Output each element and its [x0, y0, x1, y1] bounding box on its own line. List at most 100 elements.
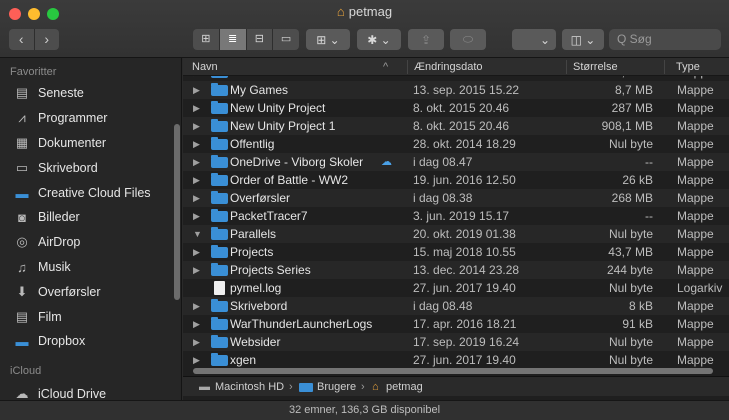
desktop-icon: ▭ — [15, 160, 29, 175]
nav-buttons: ‹ › — [9, 29, 59, 50]
window-title: ⌂ petmag — [336, 4, 393, 19]
sidebar-item-seneste[interactable]: ▤ Seneste — [14, 82, 84, 104]
sidebar-item-dropbox[interactable]: ▬ Dropbox — [14, 330, 86, 352]
path-dropdown-button[interactable]: ⌄ — [512, 29, 556, 50]
disclosure-triangle-icon[interactable]: ▶ — [193, 337, 200, 348]
table-row[interactable]: ▶ New Unity Project 8. okt. 2015 20.46 2… — [183, 99, 729, 117]
path-separator: › — [361, 381, 365, 393]
table-row[interactable]: ▶ Skrivebord i dag 08.48 8 kB Mappe — [183, 297, 729, 315]
table-row[interactable]: ▶ Projects Series 13. dec. 2014 23.28 24… — [183, 261, 729, 279]
table-row[interactable]: pymel.log 27. jun. 2017 19.40 Nul byte L… — [183, 279, 729, 297]
table-row[interactable]: ▶ Websider 17. sep. 2019 16.24 Nul byte … — [183, 333, 729, 351]
column-header: Navn ^ Ændringsdato Størrelse Type — [183, 58, 729, 76]
disclosure-triangle-icon[interactable]: ▶ — [193, 301, 200, 312]
disclosure-triangle-icon[interactable]: ▶ — [193, 139, 200, 150]
disclosure-triangle-icon[interactable]: ▶ — [193, 121, 200, 132]
arrange-button[interactable]: ◫ ⌄ — [562, 29, 604, 50]
sidebar-item-label: Overførsler — [38, 285, 101, 299]
titlebar: ⌂ petmag ‹ › ⊞ ≣ ⊟ ▭ ⊞ ⌄ ✱ ⌄ ⇪ ⬭ ⌄ ◫ ⌄ Q … — [0, 0, 729, 58]
folder-icon — [211, 353, 228, 366]
disclosure-triangle-icon[interactable]: ▶ — [193, 211, 200, 222]
file-list: ▶ Musik 9. okt. 2019 16.19 895,4 MB Mapp… — [183, 58, 729, 400]
disclosure-triangle-icon[interactable]: ▶ — [193, 319, 200, 330]
disclosure-triangle-icon[interactable]: ▶ — [193, 265, 200, 276]
sidebar-item-label: Creative Cloud Files — [38, 186, 151, 200]
action-button[interactable]: ✱ ⌄ — [357, 29, 401, 50]
sidebar-item-label: iCloud Drive — [38, 387, 107, 401]
film-icon: ▤ — [15, 309, 29, 324]
table-row[interactable]: ▶ Overførsler i dag 08.38 268 MB Mappe — [183, 189, 729, 207]
column-type-header[interactable]: Type — [676, 61, 700, 73]
disclosure-triangle-icon[interactable]: ▶ — [193, 175, 200, 186]
search-input[interactable]: Q Søg — [609, 29, 721, 50]
column-divider[interactable] — [407, 60, 408, 74]
sidebar-item-label: AirDrop — [38, 235, 81, 249]
sidebar-section-favorites: Favoritter — [10, 66, 57, 78]
sidebar-item-film[interactable]: ▤ Film — [14, 306, 62, 328]
home-icon: ⌂ — [372, 381, 379, 393]
folder-icon — [299, 383, 313, 392]
camera-icon: ◙ — [18, 209, 26, 225]
share-button[interactable]: ⇪ — [408, 29, 444, 50]
disclosure-triangle-icon[interactable]: ▶ — [193, 85, 200, 96]
group-button[interactable]: ⊞ ⌄ — [306, 29, 350, 50]
table-row[interactable]: ▶ Offentlig 28. okt. 2014 18.29 Nul byte… — [183, 135, 729, 153]
table-row[interactable]: ▼ Parallels 20. okt. 2019 01.38 Nul byte… — [183, 225, 729, 243]
column-view-button[interactable]: ⊟ — [247, 29, 274, 50]
sidebar-item-creative-cloud[interactable]: ▬ Creative Cloud Files — [14, 182, 151, 204]
disclosure-triangle-icon[interactable]: ▶ — [193, 157, 200, 168]
disclosure-triangle-icon[interactable]: ▶ — [193, 247, 200, 258]
horizontal-scrollbar[interactable] — [193, 368, 713, 374]
edit-tags-button[interactable]: ⬭ — [450, 29, 486, 50]
path-item-disk[interactable]: Macintosh HD — [215, 381, 284, 393]
column-divider[interactable] — [566, 60, 567, 74]
icon-view-button[interactable]: ⊞ — [193, 29, 220, 50]
folder-icon — [211, 83, 228, 96]
folder-icon — [211, 263, 228, 276]
column-divider[interactable] — [664, 60, 665, 74]
table-row[interactable]: ▶ OneDrive - Viborg Skoler ☁ i dag 08.47… — [183, 153, 729, 171]
sidebar-item-label: Film — [38, 310, 62, 324]
table-row[interactable]: ▶ New Unity Project 1 8. okt. 2015 20.46… — [183, 117, 729, 135]
disclosure-triangle-icon[interactable]: ▶ — [193, 103, 200, 114]
status-bar: 32 emner, 136,3 GB disponibel — [0, 400, 729, 420]
sort-ascending-icon: ^ — [383, 61, 389, 73]
folder-icon — [211, 173, 228, 186]
table-row[interactable]: ▶ Projects 15. maj 2018 10.55 43,7 MB Ma… — [183, 243, 729, 261]
folder-icon — [211, 299, 228, 312]
table-row[interactable]: ▶ PacketTracer7 3. jun. 2019 15.17 -- Ma… — [183, 207, 729, 225]
disclosure-triangle-icon[interactable]: ▶ — [193, 355, 200, 366]
sidebar-scrollbar[interactable] — [174, 124, 180, 300]
path-separator: › — [289, 381, 293, 393]
list-view-button[interactable]: ≣ — [219, 29, 247, 50]
back-button[interactable]: ‹ — [9, 29, 35, 50]
folder-icon — [211, 245, 228, 258]
folder-icon: ▬ — [15, 185, 29, 201]
forward-button[interactable]: › — [35, 29, 60, 50]
column-name-header[interactable]: Navn — [192, 61, 218, 73]
documents-icon: ▦ — [15, 135, 29, 150]
table-row[interactable]: ▶ WarThunderLauncherLogs 17. apr. 2016 1… — [183, 315, 729, 333]
sidebar-item-label: Dokumenter — [38, 136, 107, 150]
sidebar-item-airdrop[interactable]: ◎ AirDrop — [14, 231, 80, 253]
path-item-home[interactable]: petmag — [386, 381, 423, 393]
sidebar-item-dokumenter[interactable]: ▦ Dokumenter — [14, 132, 106, 154]
sidebar-item-label: Dropbox — [38, 334, 86, 348]
sidebar-item-skrivebord[interactable]: ▭ Skrivebord — [14, 157, 98, 179]
folder-icon — [211, 227, 228, 240]
gallery-view-button[interactable]: ▭ — [273, 29, 299, 50]
column-size-header[interactable]: Størrelse — [573, 61, 618, 73]
table-row[interactable]: ▶ Order of Battle - WW2 19. jun. 2016 12… — [183, 171, 729, 189]
sidebar-item-billeder[interactable]: ◙ Billeder — [14, 206, 80, 228]
sidebar-item-programmer[interactable]: ⩘ Programmer — [14, 107, 107, 129]
disclosure-triangle-icon[interactable]: ▶ — [193, 193, 200, 204]
table-row[interactable]: ▶ My Games 13. sep. 2015 15.22 8,7 MB Ma… — [183, 81, 729, 99]
disclosure-triangle-open-icon[interactable]: ▼ — [193, 229, 202, 239]
hard-disk-icon: ▬ — [199, 381, 210, 393]
column-date-header[interactable]: Ændringsdato — [414, 61, 483, 73]
path-item-users[interactable]: Brugere — [317, 381, 356, 393]
sidebar-item-overforsler[interactable]: ⬇ Overførsler — [14, 281, 101, 303]
table-row[interactable]: ▶ xgen 27. jun. 2017 19.40 Nul byte Mapp… — [183, 351, 729, 369]
path-bar: ▬ Macintosh HD › Brugere › ⌂ petmag — [183, 376, 729, 396]
sidebar-item-musik[interactable]: ♫ Musik — [14, 256, 71, 278]
